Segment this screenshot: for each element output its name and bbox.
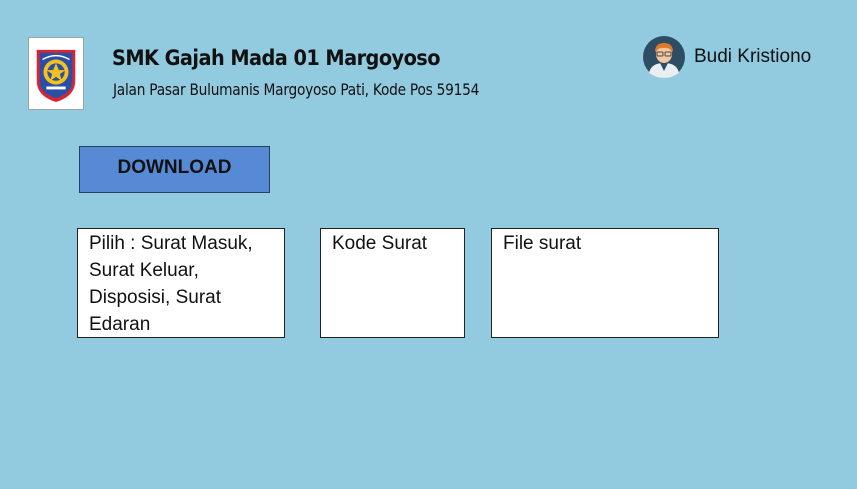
school-address: Jalan Pasar Bulumanis Margoyoso Pati, Ko…	[113, 80, 480, 99]
school-logo	[28, 37, 84, 110]
letter-code-label: Kode Surat	[332, 233, 428, 254]
download-button[interactable]: DOWNLOAD	[79, 146, 270, 193]
user-avatar-icon[interactable]	[643, 36, 685, 78]
letter-file-field[interactable]: File surat	[491, 228, 719, 338]
letter-type-label: Pilih : Surat Masuk, Surat Keluar, Dispo…	[89, 233, 253, 335]
letter-type-select[interactable]: Pilih : Surat Masuk, Surat Keluar, Dispo…	[77, 228, 285, 338]
letter-code-field[interactable]: Kode Surat	[320, 228, 465, 338]
letter-file-label: File surat	[503, 233, 582, 254]
school-crest-icon	[29, 38, 83, 109]
user-profile[interactable]: Budi Kristiono	[643, 36, 811, 78]
user-name: Budi Kristiono	[694, 46, 812, 67]
school-name: SMK Gajah Mada 01 Margoyoso	[112, 46, 441, 70]
